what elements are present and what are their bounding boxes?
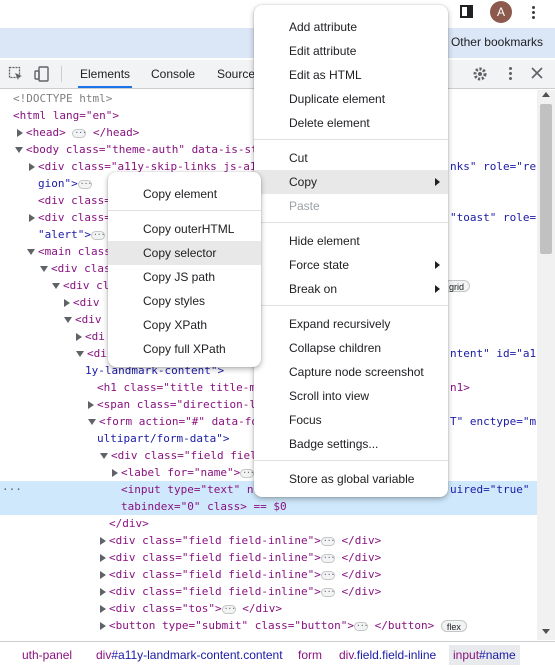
menu-separator: [254, 305, 448, 306]
profile-avatar[interactable]: A: [490, 1, 512, 23]
menu-item-scroll-into-view[interactable]: Scroll into view: [254, 384, 448, 408]
breadcrumb-item-active[interactable]: input#name: [449, 645, 520, 665]
expand-triangle-icon[interactable]: [64, 299, 70, 307]
tab-sources[interactable]: Source: [215, 60, 257, 88]
menu-item-copy-js-path[interactable]: Copy JS path: [108, 265, 261, 289]
tab-console[interactable]: Console: [149, 60, 197, 88]
menu-item-capture-node-screenshot[interactable]: Capture node screenshot: [254, 360, 448, 384]
menu-item-copy-styles[interactable]: Copy styles: [108, 289, 261, 313]
flex-badge[interactable]: flex: [440, 620, 467, 632]
menu-item-paste: Paste: [289, 199, 320, 213]
expand-triangle-icon[interactable]: [100, 537, 106, 545]
menu-item-copy-xpath[interactable]: Copy XPath: [108, 313, 261, 337]
ellipsis-icon[interactable]: [320, 583, 335, 600]
ellipsis-icon[interactable]: [320, 532, 335, 549]
collapse-triangle-icon[interactable]: [15, 147, 23, 153]
expand-triangle-icon[interactable]: [100, 588, 106, 596]
elements-scrollbar[interactable]: [537, 90, 555, 640]
breadcrumb: uth-panel div#a11y-landmark-content.cont…: [0, 641, 555, 667]
ellipsis-icon[interactable]: [240, 464, 255, 481]
inspect-element-icon[interactable]: [8, 66, 24, 82]
menu-item-edit-attribute[interactable]: Edit attribute: [254, 39, 448, 63]
menu-item-copy-element[interactable]: Copy element: [108, 182, 261, 206]
menu-item-break-on[interactable]: Break on: [254, 277, 448, 301]
dom-node[interactable]: <div class="field field-inline"> </div>: [0, 532, 537, 549]
chrome-menu-icon[interactable]: [526, 4, 540, 22]
context-menu: Add attribute Edit attribute Edit as HTM…: [254, 5, 448, 497]
devtools-menu-icon[interactable]: [505, 66, 515, 82]
expand-triangle-icon[interactable]: [100, 554, 106, 562]
collapse-triangle-icon[interactable]: [40, 266, 48, 272]
menu-item-badge-settings[interactable]: Badge settings...: [254, 432, 448, 456]
menu-separator: [254, 222, 448, 223]
menu-separator: [254, 460, 448, 461]
breadcrumb-item[interactable]: uth-panel: [22, 648, 72, 662]
submenu-arrow-icon: [435, 178, 440, 186]
toolbar-divider: [61, 66, 62, 82]
scroll-up-arrow-icon[interactable]: [542, 92, 550, 97]
tab-elements[interactable]: Elements: [78, 60, 133, 88]
copy-submenu: Copy element Copy outerHTML Copy selecto…: [108, 172, 261, 367]
menu-item-focus[interactable]: Focus: [254, 408, 448, 432]
ellipsis-icon[interactable]: [320, 566, 335, 583]
expand-triangle-icon[interactable]: [100, 571, 106, 579]
ellipsis-icon[interactable]: [72, 124, 87, 141]
menu-item-expand-recursively[interactable]: Expand recursively: [254, 312, 448, 336]
menu-item-delete-element[interactable]: Delete element: [254, 111, 448, 135]
menu-item-copy-selector[interactable]: Copy selector: [108, 241, 261, 265]
collapse-triangle-icon[interactable]: [64, 317, 72, 323]
expand-triangle-icon[interactable]: [112, 469, 118, 477]
ellipsis-icon[interactable]: [320, 549, 335, 566]
dom-node[interactable]: <button type="submit" class="button"> </…: [0, 617, 537, 634]
menu-separator: [254, 139, 448, 140]
breadcrumb-item[interactable]: div.field.field-inline: [339, 648, 436, 662]
other-bookmarks-link[interactable]: Other bookmarks: [451, 35, 543, 49]
ellipsis-icon[interactable]: [90, 226, 105, 243]
menu-item-hide-element[interactable]: Hide element: [254, 229, 448, 253]
device-toolbar-icon[interactable]: [34, 66, 50, 82]
menu-item-duplicate-element[interactable]: Duplicate element: [254, 87, 448, 111]
menu-item-copy-label: Copy: [289, 175, 318, 189]
submenu-arrow-icon: [435, 285, 440, 293]
expand-triangle-icon[interactable]: [76, 333, 82, 341]
scroll-thumb[interactable]: [540, 104, 552, 254]
menu-item-cut[interactable]: Cut: [254, 146, 448, 170]
expand-triangle-icon[interactable]: [100, 605, 106, 613]
breadcrumb-item[interactable]: form: [298, 648, 322, 662]
expand-triangle-icon[interactable]: [88, 401, 94, 409]
settings-gear-icon[interactable]: [472, 66, 488, 82]
ellipsis-icon[interactable]: [221, 600, 236, 617]
dom-node[interactable]: <div class="field field-inline"> </div>: [0, 549, 537, 566]
ellipsis-icon[interactable]: [354, 617, 369, 634]
menu-item-edit-as-html[interactable]: Edit as HTML: [254, 63, 448, 87]
menu-item-copy-outerhtml[interactable]: Copy outerHTML: [108, 217, 261, 241]
collapse-triangle-icon[interactable]: [27, 249, 35, 255]
menu-item-force-state[interactable]: Force state: [254, 253, 448, 277]
dom-node[interactable]: <div class="field field-inline"> </div>: [0, 566, 537, 583]
collapse-triangle-icon[interactable]: [100, 453, 108, 459]
dom-node[interactable]: </div>: [0, 515, 537, 532]
expand-triangle-icon[interactable]: [17, 129, 23, 137]
menu-item-force-state-label: Force state: [289, 258, 350, 272]
dom-node[interactable]: <div class="field field-inline"> </div>: [0, 583, 537, 600]
close-devtools-icon[interactable]: [530, 66, 544, 80]
menu-separator: [108, 210, 261, 211]
expand-triangle-icon[interactable]: [100, 622, 106, 630]
scroll-down-arrow-icon[interactable]: [542, 629, 550, 634]
menu-item-collapse-children[interactable]: Collapse children: [254, 336, 448, 360]
menu-item-copy-full-xpath[interactable]: Copy full XPath: [108, 337, 261, 361]
dom-node[interactable]: <div class="tos"> </div>: [0, 600, 537, 617]
menu-item-add-attribute[interactable]: Add attribute: [254, 15, 448, 39]
menu-item-store-as-global-variable[interactable]: Store as global variable: [254, 467, 448, 491]
ellipsis-icon[interactable]: [77, 175, 92, 192]
submenu-arrow-icon: [435, 261, 440, 269]
breadcrumb-item[interactable]: div#a11y-landmark-content.content: [96, 648, 283, 662]
menu-item-copy[interactable]: Copy: [254, 170, 448, 194]
menu-item-break-on-label: Break on: [289, 282, 338, 296]
selected-dom-node-cont[interactable]: tabindex="0" class> == $0: [0, 498, 537, 515]
side-panel-icon[interactable]: [460, 5, 473, 18]
